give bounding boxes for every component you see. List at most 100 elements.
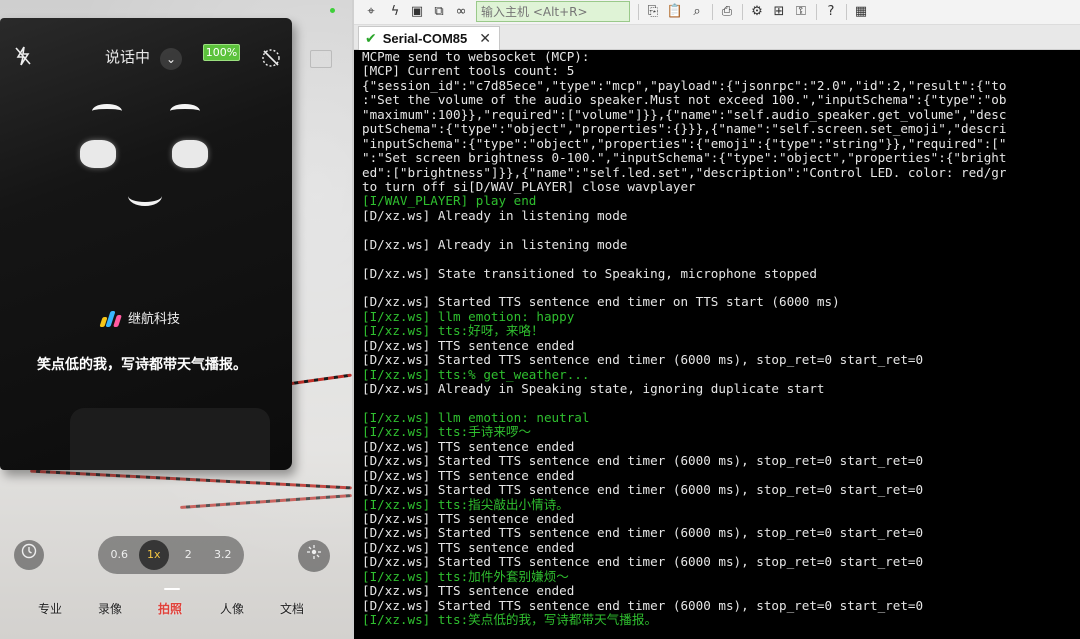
device-screen xyxy=(0,18,292,470)
device-subtitle: 笑点低的我，写诗都带天气播报。 xyxy=(37,357,247,373)
effects-icon[interactable] xyxy=(298,540,330,572)
tab-bar: ✔ Serial-COM85 ✕ xyxy=(354,25,1080,50)
privacy-indicator xyxy=(330,8,335,13)
battery-badge: 100% xyxy=(203,44,240,61)
log-line: [I/WAV_PLAYER] play end xyxy=(362,194,537,209)
brand-logo-icon xyxy=(99,309,122,327)
host-input[interactable] xyxy=(476,1,630,22)
log-line: {"session_id":"c7d85ece","type":"mcp","p… xyxy=(362,78,1007,93)
flash-auto-off-icon[interactable] xyxy=(260,48,282,73)
vibe-icon[interactable]: VBR xyxy=(310,50,332,68)
serial-console[interactable]: MCPme send to websocket (MCP): [MCP] Curr… xyxy=(354,50,1080,639)
log-line: ed":["brightness"]}},{"name":"self.led.s… xyxy=(362,165,1007,180)
log-line: [I/xz.ws] tts:指尖敲出小情诗。 xyxy=(362,497,569,512)
paste-icon[interactable]: 📋 xyxy=(666,3,684,21)
mode-pro[interactable]: 专业 xyxy=(38,600,62,617)
log-line: putSchema":{"type":"object","properties"… xyxy=(362,122,1007,137)
log-line: [D/xz.ws] TTS sentence ended xyxy=(362,468,575,483)
log-line: [D/xz.ws] Started TTS sentence end timer… xyxy=(362,598,924,613)
session-icon[interactable]: ⊞ xyxy=(770,3,788,21)
log-line: "inputSchema":{"type":"object","properti… xyxy=(362,136,1007,151)
link-icon[interactable]: ∞ xyxy=(452,3,470,21)
device-status-label: 说话中 xyxy=(105,48,151,66)
log-line: [I/xz.ws] tts:加件外套别嫌烦～ xyxy=(362,569,569,584)
map-icon[interactable]: ▦ xyxy=(852,3,870,21)
mode-document[interactable]: 文档 xyxy=(280,600,304,617)
log-line: [D/xz.ws] State transitioned to Speaking… xyxy=(362,266,817,281)
log-line: [MCP] Current tools count: 5 xyxy=(362,64,575,79)
log-line: [I/xz.ws] tts:笑点低的我，写诗都带天气播报。 xyxy=(362,613,658,628)
log-line: [D/xz.ws] TTS sentence ended xyxy=(362,338,575,353)
zoom-option[interactable]: 2 xyxy=(173,540,203,570)
toolbar-divider xyxy=(846,4,847,20)
log-line: [D/xz.ws] TTS sentence ended xyxy=(362,540,575,555)
zoom-selector[interactable]: 0.6 1x 2 3.2 xyxy=(98,536,244,574)
flash-off-icon[interactable] xyxy=(12,46,34,71)
log-line: [D/xz.ws] Already in Speaking state, ign… xyxy=(362,382,825,397)
help-icon[interactable]: ? xyxy=(822,3,840,21)
log-line: ":"Set screen brightness 0-100.","inputS… xyxy=(362,151,1007,166)
chevron-down-icon[interactable]: ⌄ xyxy=(160,48,182,70)
log-line: [D/xz.ws] TTS sentence ended xyxy=(362,584,575,599)
find-icon[interactable]: ⌕ xyxy=(688,3,706,21)
mode-indicator xyxy=(164,588,180,590)
zoom-option[interactable]: 0.6 xyxy=(104,540,134,570)
face-eye-left xyxy=(80,140,116,168)
log-line: [D/xz.ws] Started TTS sentence end timer… xyxy=(362,483,924,498)
camera-viewfinder[interactable]: 说话中 ⌄ 100% VBR 继航科技 笑点低的我，写诗都带天气播报。 0.6 … xyxy=(0,0,352,639)
tab-label: Serial-COM85 xyxy=(382,31,468,46)
log-line: [D/xz.ws] Started TTS sentence end timer… xyxy=(362,295,840,310)
face-brow-left xyxy=(92,104,122,118)
device-logo: 继航科技 xyxy=(99,308,181,327)
log-line: [I/xz.ws] tts:手诗来啰～ xyxy=(362,425,532,440)
log-line: to turn off si[D/WAV_PLAYER] close wavpl… xyxy=(362,179,696,194)
face-mouth xyxy=(128,186,162,206)
copy-icon[interactable]: ⎘ xyxy=(644,3,662,21)
log-line: [D/xz.ws] Already in listening mode xyxy=(362,237,628,252)
face-brow-right xyxy=(170,104,200,118)
log-line: [D/xz.ws] Already in listening mode xyxy=(362,208,628,223)
mode-photo[interactable]: 拍照 xyxy=(158,600,182,617)
toolbar-divider xyxy=(712,4,713,20)
log-line: [D/xz.ws] Started TTS sentence end timer… xyxy=(362,353,924,368)
log-line: [I/xz.ws] tts:% get_weather... xyxy=(362,367,590,382)
log-line: [I/xz.ws] llm emotion: neutral xyxy=(362,410,590,425)
close-icon[interactable]: ✕ xyxy=(479,31,491,47)
toolbar-divider xyxy=(638,4,639,20)
mode-portrait[interactable]: 人像 xyxy=(220,600,244,617)
log-line: :"Set the volume of the audio speaker.Mu… xyxy=(362,93,1007,108)
log-line: [D/xz.ws] Started TTS sentence end timer… xyxy=(362,555,924,570)
log-line: [D/xz.ws] Started TTS sentence end timer… xyxy=(362,526,924,541)
log-line: [I/xz.ws] tts:好呀，来咯！ xyxy=(362,324,544,339)
vibe-label: VBR xyxy=(313,51,329,59)
device-bezel xyxy=(70,408,270,470)
toolbar-divider xyxy=(816,4,817,20)
key-icon[interactable]: ⚿ xyxy=(792,3,810,21)
camera-mode-bar[interactable]: 专业 录像 拍照 人像 文档 xyxy=(0,600,352,620)
check-icon: ✔ xyxy=(365,30,377,47)
log-line: [D/xz.ws] TTS sentence ended xyxy=(362,439,575,454)
zoom-option[interactable]: 3.2 xyxy=(208,540,238,570)
toolbar: ⌖ ϟ ▣ ⧉ ∞ ⎘ 📋 ⌕ ⎙ ⚙ ⊞ ⚿ ? ▦ xyxy=(354,0,1080,25)
log-line: MCPme send to websocket (MCP): xyxy=(362,50,590,64)
tab-serial-com85[interactable]: ✔ Serial-COM85 ✕ xyxy=(358,26,500,50)
log-line: [D/xz.ws] TTS sentence ended xyxy=(362,512,575,526)
print-icon[interactable]: ⎙ xyxy=(718,3,736,21)
mode-video[interactable]: 录像 xyxy=(98,600,122,617)
log-line: [D/xz.ws] Started TTS sentence end timer… xyxy=(362,454,924,469)
log-line: "maximum":100}},"required":["volume"]}},… xyxy=(362,107,1007,122)
timer-icon[interactable] xyxy=(14,540,44,570)
connect-icon[interactable]: ⌖ xyxy=(362,3,380,21)
brand-name: 继航科技 xyxy=(128,312,181,327)
terminal-icon[interactable]: ▣ xyxy=(408,3,426,21)
toolbar-divider xyxy=(742,4,743,20)
lightning-icon[interactable]: ϟ xyxy=(386,3,404,21)
split-icon[interactable]: ⧉ xyxy=(430,3,448,21)
terminal-window: ⌖ ϟ ▣ ⧉ ∞ ⎘ 📋 ⌕ ⎙ ⚙ ⊞ ⚿ ? ▦ ✔ Serial-COM… xyxy=(352,0,1080,639)
zoom-option-selected[interactable]: 1x xyxy=(138,540,169,570)
log-line: [I/xz.ws] llm emotion: happy xyxy=(362,309,575,324)
gear-icon[interactable]: ⚙ xyxy=(748,3,766,21)
